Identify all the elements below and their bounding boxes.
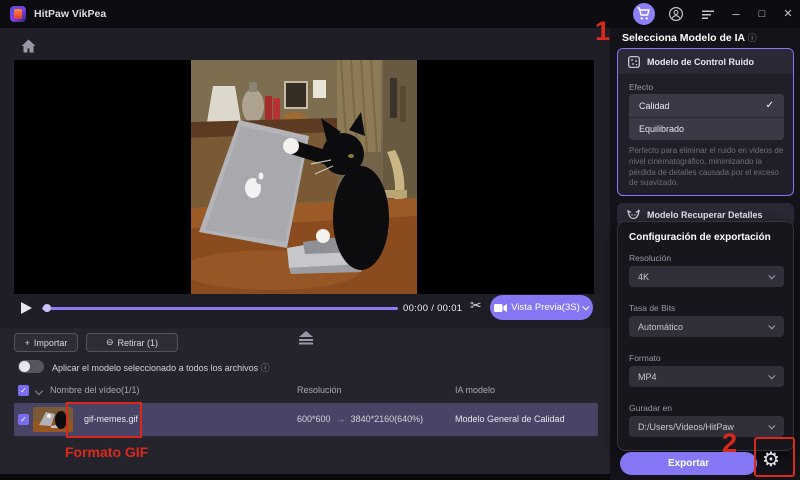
- account-icon: [668, 6, 684, 22]
- save-path-label: Guradar en: [629, 403, 672, 413]
- column-header-resolution[interactable]: Resolución: [297, 385, 342, 395]
- maximize-button[interactable]: □: [754, 6, 770, 22]
- noise-reduction-icon: [628, 55, 640, 68]
- chevron-down-icon: [768, 372, 776, 380]
- arrow-icon: →: [336, 414, 346, 424]
- bitrate-value: Automático: [638, 321, 684, 332]
- save-path-value: D:/Users/Videos/HitPaw: [638, 421, 734, 432]
- titlebar: HitPaw VikPea – □ ✕: [0, 0, 800, 28]
- bottom-strip: [0, 474, 610, 480]
- store-button[interactable]: [633, 3, 655, 25]
- option-equilibrado[interactable]: Equilibrado: [629, 117, 784, 140]
- panel-title: Selecciona Modelo de IA ⓘ: [622, 31, 757, 44]
- file-panel: + Importar ⊖ Retirar (1) Aplicar el mode…: [0, 328, 610, 475]
- collapse-panel-button[interactable]: [298, 331, 314, 350]
- menu-button[interactable]: [700, 6, 716, 22]
- option-equilibrado-label: Equilibrado: [639, 124, 685, 134]
- noise-model-header[interactable]: Modelo de Control Ruido: [618, 49, 793, 74]
- check-icon: ✓: [765, 100, 774, 111]
- bitrate-label: Tasa de Bits: [629, 303, 676, 313]
- chevron-down-icon: [768, 272, 776, 280]
- effect-label: Efecto: [629, 82, 654, 92]
- detail-model-title: Modelo Recuperar Detalles: [647, 210, 763, 220]
- resolution-to: 3840*2160(640%): [350, 414, 424, 424]
- home-button[interactable]: [20, 38, 37, 59]
- check-icon: ✓: [20, 386, 27, 395]
- select-all-checkbox[interactable]: ✓: [18, 385, 29, 396]
- model-description: Perfecto para eliminar el ruido en video…: [629, 146, 784, 188]
- import-label: Importar: [33, 337, 68, 348]
- resolution-select[interactable]: 4K: [629, 266, 784, 287]
- cart-icon: [637, 7, 650, 20]
- check-icon: ✓: [20, 415, 27, 424]
- option-calidad-label: Calidad: [639, 100, 670, 111]
- close-button[interactable]: ✕: [780, 6, 796, 22]
- video-preview-frame: [181, 59, 417, 294]
- account-button[interactable]: [668, 6, 684, 22]
- format-value: MP4: [638, 371, 657, 382]
- app-window: HitPaw VikPea – □ ✕ 00:00 / 00:01 ✂ Vist…: [0, 0, 800, 480]
- export-config-popup: Configuración de exportación Resolución …: [617, 221, 794, 451]
- seek-slider-knob[interactable]: [43, 304, 51, 312]
- column-header-model[interactable]: IA modelo: [455, 385, 495, 395]
- resolution-from: 600*600: [297, 414, 331, 424]
- resolution-cell: 600*600 → 3840*2160(640%): [297, 414, 423, 424]
- chevron-down-icon: [768, 422, 776, 430]
- trim-scissors-icon[interactable]: ✂: [470, 297, 482, 314]
- format-label: Formato: [629, 353, 661, 363]
- apply-all-text: Aplicar el modelo seleccionado a todos l…: [52, 363, 259, 373]
- video-camera-icon: [494, 303, 508, 312]
- play-button[interactable]: [21, 302, 32, 314]
- row-checkbox[interactable]: ✓: [18, 414, 29, 425]
- annotation-box-filename: [66, 402, 142, 438]
- format-select[interactable]: MP4: [629, 366, 784, 387]
- apply-all-toggle[interactable]: [18, 360, 44, 373]
- chevron-down-icon: [768, 322, 776, 330]
- annotation-step1: 1: [595, 16, 611, 46]
- settings-panel: Selecciona Modelo de IA ⓘ Modelo de Cont…: [610, 28, 800, 480]
- info-icon[interactable]: ⓘ: [261, 363, 270, 373]
- time-display: 00:00 / 00:01: [403, 303, 463, 314]
- menu-icon: [702, 10, 714, 19]
- chevron-down-icon[interactable]: [34, 386, 44, 396]
- panel-title-text: Selecciona Modelo de IA: [622, 32, 745, 44]
- vista-previa-label: Vista Previa(3S): [511, 302, 580, 313]
- remove-button[interactable]: ⊖ Retirar (1): [86, 333, 178, 352]
- home-icon: [21, 39, 36, 53]
- video-preview-area[interactable]: [14, 59, 594, 294]
- vista-previa-button[interactable]: Vista Previa(3S): [490, 295, 593, 320]
- option-calidad[interactable]: Calidad ✓: [629, 94, 784, 117]
- eject-icon: [299, 331, 313, 345]
- save-path-select[interactable]: D:/Users/Videos/HitPaw: [629, 416, 784, 437]
- annotation-box-gear: [754, 437, 795, 477]
- app-title: HitPaw VikPea: [34, 8, 107, 20]
- remove-circle-icon: ⊖: [105, 337, 114, 347]
- model-cell: Modelo General de Calidad: [455, 414, 565, 424]
- cat-laptop-video-frame: [181, 59, 417, 294]
- export-config-title: Configuración de exportación: [629, 232, 771, 243]
- plus-icon: +: [24, 337, 30, 348]
- noise-model-card[interactable]: Modelo de Control Ruido Efecto Calidad ✓…: [617, 48, 794, 196]
- remove-label: Retirar (1): [117, 337, 159, 348]
- cat-face-icon: [627, 209, 640, 220]
- import-button[interactable]: + Importar: [14, 333, 78, 352]
- annotation-formato-gif: Formato GIF: [65, 444, 149, 460]
- column-header-name[interactable]: Nombre del vídeo(1/1): [50, 385, 140, 395]
- resolution-value: 4K: [638, 271, 650, 282]
- info-icon[interactable]: ⓘ: [748, 33, 757, 43]
- resolution-label: Resolución: [629, 253, 672, 263]
- annotation-step2: 2: [722, 428, 738, 458]
- apply-all-label: Aplicar el modelo seleccionado a todos l…: [52, 361, 270, 374]
- effect-options: Calidad ✓ Equilibrado: [629, 94, 784, 140]
- app-logo-icon: [10, 6, 26, 22]
- chevron-down-icon: [581, 303, 590, 311]
- seek-slider[interactable]: [42, 307, 398, 310]
- bitrate-select[interactable]: Automático: [629, 316, 784, 337]
- minimize-button[interactable]: –: [728, 6, 744, 22]
- noise-model-title: Modelo de Control Ruido: [647, 56, 754, 67]
